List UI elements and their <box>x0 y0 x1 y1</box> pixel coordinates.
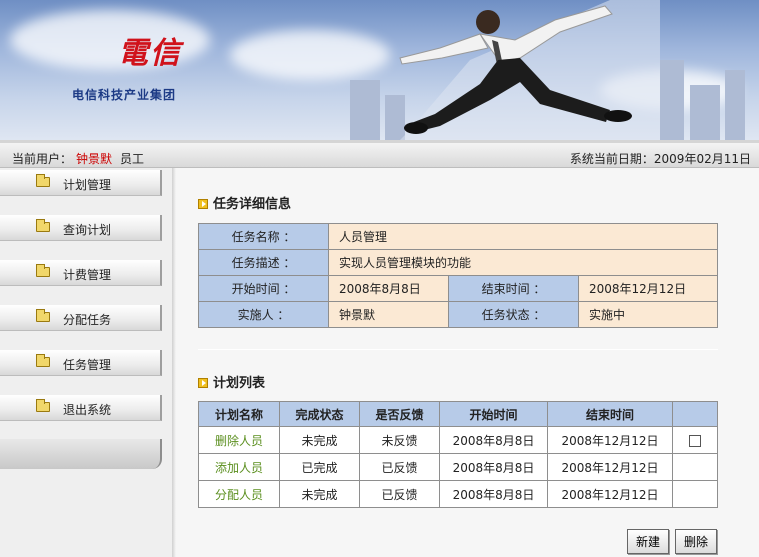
sidebar-item-assign-task[interactable]: 分配任务 <box>0 305 162 331</box>
building-decoration <box>350 80 380 140</box>
owner-label: 实施人 ： <box>198 301 329 328</box>
plan-status: 已完成 <box>279 453 360 481</box>
task-state-label: 任务状态 ： <box>448 301 579 328</box>
owner-value: 钟景默 <box>328 301 449 328</box>
cloud-decoration <box>230 30 390 80</box>
row-checkbox[interactable] <box>689 434 701 447</box>
row-select-cell <box>672 453 718 481</box>
folder-icon <box>36 264 50 277</box>
column-header <box>672 401 718 427</box>
header-banner: 電信 电信科技产业集团 <box>0 0 759 140</box>
folder-icon <box>36 219 50 232</box>
plan-end: 2008年12月12日 <box>547 453 673 481</box>
task-name-label: 任务名称 ： <box>198 223 329 250</box>
main-content: 任务详细信息 任务名称 ： 人员管理 任务描述 ： 实现人员管理模块的功能 开始… <box>176 168 759 557</box>
plan-end: 2008年12月12日 <box>547 480 673 508</box>
folder-icon <box>36 174 50 187</box>
system-date: 系统当前日期：2009年02月11日 <box>570 150 751 167</box>
task-detail-heading: 任务详细信息 <box>198 193 291 212</box>
sidebar-item-query-plan[interactable]: 查询计划 <box>0 215 162 241</box>
sidebar-item-billing-management[interactable]: 计费管理 <box>0 260 162 286</box>
new-button[interactable]: 新建 <box>627 529 669 554</box>
task-detail-table: 任务名称 ： 人员管理 任务描述 ： 实现人员管理模块的功能 开始时间 ： 20… <box>198 223 718 328</box>
plan-name-link[interactable]: 删除人员 <box>198 426 280 454</box>
start-time-value: 2008年8月8日 <box>328 275 449 302</box>
task-desc-value: 实现人员管理模块的功能 <box>328 249 718 276</box>
plan-start: 2008年8月8日 <box>439 453 548 481</box>
plan-status: 未完成 <box>279 480 360 508</box>
row-select-cell <box>672 426 718 454</box>
table-row: 删除人员 未完成 未反馈 2008年8月8日 2008年12月12日 <box>198 426 718 454</box>
sidebar-item-label: 计划管理 <box>63 178 112 192</box>
delete-button[interactable]: 删除 <box>675 529 717 554</box>
end-time-value: 2008年12月12日 <box>578 275 718 302</box>
end-time-label: 结束时间 ： <box>448 275 579 302</box>
table-row: 添加人员 已完成 已反馈 2008年8月8日 2008年12月12日 <box>198 453 718 481</box>
arrow-bullet-icon <box>198 378 208 388</box>
folder-icon <box>36 399 50 412</box>
sidebar: 计划管理 查询计划 计费管理 分配任务 任务管理 退出系统 <box>0 168 172 557</box>
table-row: 分配人员 未完成 已反馈 2008年8月8日 2008年12月12日 <box>198 480 718 508</box>
sidebar-item-plan-management[interactable]: 计划管理 <box>0 170 162 196</box>
sidebar-item-label: 任务管理 <box>63 358 112 372</box>
arrow-bullet-icon <box>198 199 208 209</box>
column-header: 完成状态 <box>279 401 360 427</box>
plan-end: 2008年12月12日 <box>547 426 673 454</box>
status-bar: 当前用户： 钟景默 员工 系统当前日期：2009年02月11日 <box>0 140 759 168</box>
task-name-value: 人员管理 <box>328 223 718 250</box>
sidebar-item-label: 查询计划 <box>63 223 112 237</box>
column-header: 结束时间 <box>547 401 673 427</box>
current-user-name: 钟景默 <box>76 152 113 166</box>
company-logo: 電信 <box>118 36 182 71</box>
folder-icon <box>36 309 50 322</box>
plan-list-title: 计划列表 <box>213 376 266 391</box>
plan-list-table: 计划名称 完成状态 是否反馈 开始时间 结束时间 删除人员 未完成 未反馈 20… <box>198 401 718 508</box>
folder-icon <box>36 354 50 367</box>
sidebar-item-label: 分配任务 <box>63 313 112 327</box>
plan-start: 2008年8月8日 <box>439 480 548 508</box>
plan-status: 未完成 <box>279 426 360 454</box>
task-state-value: 实施中 <box>578 301 718 328</box>
company-name: 电信科技产业集团 <box>72 88 177 102</box>
section-divider <box>198 349 718 350</box>
sidebar-item-label: 计费管理 <box>63 268 112 282</box>
plan-feedback: 已反馈 <box>359 453 440 481</box>
column-header: 计划名称 <box>198 401 280 427</box>
building-decoration <box>725 70 745 140</box>
plan-feedback: 未反馈 <box>359 426 440 454</box>
current-user-label: 当前用户： <box>12 152 73 166</box>
table-header-row: 计划名称 完成状态 是否反馈 开始时间 结束时间 <box>198 401 718 427</box>
building-decoration <box>660 60 684 140</box>
sidebar-footer <box>0 439 162 469</box>
building-decoration <box>690 85 720 140</box>
column-header: 是否反馈 <box>359 401 440 427</box>
system-date-value: 2009年02月11日 <box>653 152 751 166</box>
current-user-info: 当前用户： 钟景默 员工 <box>12 150 144 167</box>
task-detail-title: 任务详细信息 <box>213 197 292 212</box>
sidebar-item-label: 退出系统 <box>63 403 112 417</box>
plan-name-link[interactable]: 分配人员 <box>198 480 280 508</box>
current-user-role: 员工 <box>120 152 145 166</box>
sidebar-item-logout[interactable]: 退出系统 <box>0 395 162 421</box>
start-time-label: 开始时间 ： <box>198 275 329 302</box>
plan-list-heading: 计划列表 <box>198 372 265 391</box>
sidebar-item-task-management[interactable]: 任务管理 <box>0 350 162 376</box>
jumping-man-image <box>399 0 660 140</box>
row-select-cell <box>672 480 718 508</box>
system-date-label: 系统当前日期： <box>569 152 654 166</box>
plan-feedback: 已反馈 <box>359 480 440 508</box>
task-desc-label: 任务描述 ： <box>198 249 329 276</box>
plan-name-link[interactable]: 添加人员 <box>198 453 280 481</box>
plan-start: 2008年8月8日 <box>439 426 548 454</box>
column-header: 开始时间 <box>439 401 548 427</box>
